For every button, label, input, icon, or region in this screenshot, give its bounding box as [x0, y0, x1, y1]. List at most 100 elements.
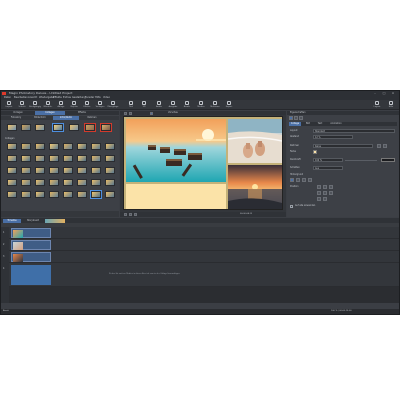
- collage-thumbnail[interactable]: [49, 179, 59, 186]
- collage-thumbnail[interactable]: [77, 167, 87, 174]
- collage-thumbnail[interactable]: [91, 167, 101, 174]
- collage-thumbnail[interactable]: [21, 179, 31, 186]
- frame-reset-icon[interactable]: [383, 144, 387, 148]
- collage-thumbnail[interactable]: [105, 155, 115, 162]
- loop-icon[interactable]: [134, 213, 137, 216]
- opacity-slider[interactable]: [345, 159, 377, 161]
- three-d-button[interactable]: 3D: [138, 101, 150, 109]
- undo-button[interactable]: Rückgängig: [29, 101, 41, 109]
- frame-color-swatch[interactable]: [313, 150, 317, 154]
- collage-thumbnail[interactable]: [105, 167, 115, 174]
- template-thumbnail-highlighted[interactable]: [84, 123, 96, 132]
- frame-select[interactable]: Keine: [313, 144, 373, 148]
- collage-thumbnail[interactable]: [77, 155, 87, 162]
- collage-thumbnail[interactable]: [105, 179, 115, 186]
- collage-thumbnail[interactable]: [105, 143, 115, 150]
- collage-thumbnail[interactable]: [21, 143, 31, 150]
- subtab-photostory[interactable]: Fotostory: [5, 116, 27, 120]
- collage-thumbnail[interactable]: [49, 143, 59, 150]
- timeline-clip[interactable]: [11, 240, 51, 250]
- media-button[interactable]: Medien: [195, 101, 207, 109]
- collage-thumbnail[interactable]: [49, 167, 59, 174]
- tab-text[interactable]: Text: [315, 122, 325, 126]
- collage-thumbnail[interactable]: [49, 191, 59, 198]
- opacity-field[interactable]: 100 %: [313, 158, 343, 162]
- bin-button[interactable]: Ablage: [55, 101, 67, 109]
- template-thumbnail[interactable]: [21, 124, 31, 131]
- tab-animation[interactable]: Animation: [327, 122, 345, 126]
- tab-storyboard[interactable]: Storyboard: [23, 219, 43, 223]
- export-button[interactable]: Export: [223, 101, 235, 109]
- tab-collages[interactable]: Collagen: [35, 111, 65, 115]
- align-right-icon[interactable]: [329, 191, 333, 195]
- collage-thumbnail[interactable]: [49, 155, 59, 162]
- align-center-icon[interactable]: [323, 191, 327, 195]
- collage-thumbnail[interactable]: [105, 191, 115, 198]
- fit-icon[interactable]: [129, 111, 132, 115]
- tab-templates[interactable]: Vorlagen: [3, 111, 33, 115]
- zoom-icon[interactable]: [124, 111, 127, 115]
- transitions-button[interactable]: Übergänge: [107, 101, 119, 109]
- timeline-clip[interactable]: [11, 252, 51, 262]
- align-left-icon[interactable]: [317, 191, 321, 195]
- multicam-button[interactable]: Multicam: [209, 101, 221, 109]
- collage-thumbnail[interactable]: [90, 190, 102, 199]
- collage-thumbnail[interactable]: [91, 155, 101, 162]
- tab-effects[interactable]: Effekte: [67, 111, 97, 115]
- apply-all-checkbox[interactable]: Auf alle anwenden: [290, 204, 330, 208]
- play-icon[interactable]: [124, 213, 127, 216]
- collage-thumbnail[interactable]: [35, 179, 45, 186]
- align-top-right-icon[interactable]: [329, 185, 333, 189]
- collage-thumbnail[interactable]: [21, 191, 31, 198]
- template-thumbnail-highlighted[interactable]: [100, 123, 112, 132]
- collage-drop-zone[interactable]: [11, 265, 51, 285]
- shadow-color-swatch[interactable]: [381, 158, 395, 162]
- shadow-field[interactable]: Aus: [313, 166, 343, 170]
- collage-photo-bottom-right[interactable]: [228, 165, 282, 209]
- collage-thumbnail[interactable]: [91, 143, 101, 150]
- edit-button[interactable]: Bearb.: [181, 101, 193, 109]
- timeline-clip[interactable]: [11, 228, 51, 238]
- collage-thumbnail[interactable]: [63, 143, 73, 150]
- collage-photo-left[interactable]: [126, 119, 226, 182]
- collage-thumbnail[interactable]: [7, 155, 17, 162]
- output-button[interactable]: Ausgabe: [167, 101, 179, 109]
- collage-thumbnail[interactable]: [63, 155, 73, 162]
- bg-color-button[interactable]: [290, 178, 294, 182]
- tab-timeline[interactable]: Timeline: [3, 218, 21, 223]
- collage-mode-icon[interactable]: [289, 116, 293, 120]
- collage-empty-slot[interactable]: [126, 184, 226, 209]
- redo-button[interactable]: Wiederh.: [42, 101, 54, 109]
- template-thumbnail-selected[interactable]: [52, 123, 64, 132]
- collage-thumbnail[interactable]: [35, 155, 45, 162]
- align-top-icon[interactable]: [323, 185, 327, 189]
- align-bottom-icon[interactable]: [323, 197, 327, 201]
- spacing-field[interactable]: 12 %: [313, 135, 353, 139]
- collage-thumbnail[interactable]: [7, 167, 17, 174]
- timeline-track-1[interactable]: [9, 227, 399, 239]
- collage-thumbnail[interactable]: [7, 191, 17, 198]
- preview-canvas[interactable]: [123, 116, 283, 210]
- collage-thumbnail[interactable]: [35, 191, 45, 198]
- collage-thumbnail[interactable]: [35, 143, 45, 150]
- collage-thumbnail[interactable]: [7, 179, 17, 186]
- align-top-left-icon[interactable]: [317, 185, 321, 189]
- timeline-track-4[interactable]: Ziehen Sie weitere Medien in diesen Bere…: [9, 263, 399, 287]
- timeline-track-2[interactable]: [9, 239, 399, 251]
- template-thumbnail[interactable]: [35, 124, 45, 131]
- bg-image-button[interactable]: [296, 178, 300, 182]
- effects-button[interactable]: Effekte: [81, 101, 93, 109]
- collage-thumbnail[interactable]: [77, 179, 87, 186]
- layout-button[interactable]: Layout: [371, 101, 383, 109]
- audio-button[interactable]: Audio: [153, 101, 165, 109]
- tab-image[interactable]: Bild: [303, 122, 313, 126]
- objects-button[interactable]: Objekte: [68, 101, 80, 109]
- layout-select[interactable]: Standard: [313, 129, 395, 133]
- collage-thumbnail[interactable]: [63, 179, 73, 186]
- collage-thumbnail[interactable]: [77, 191, 87, 198]
- collage-thumbnail[interactable]: [35, 167, 45, 174]
- preview-mode-icon[interactable]: [150, 111, 153, 115]
- stop-icon[interactable]: [129, 213, 132, 216]
- collage-thumbnail[interactable]: [21, 167, 31, 174]
- bg-gradient-button[interactable]: [302, 178, 306, 182]
